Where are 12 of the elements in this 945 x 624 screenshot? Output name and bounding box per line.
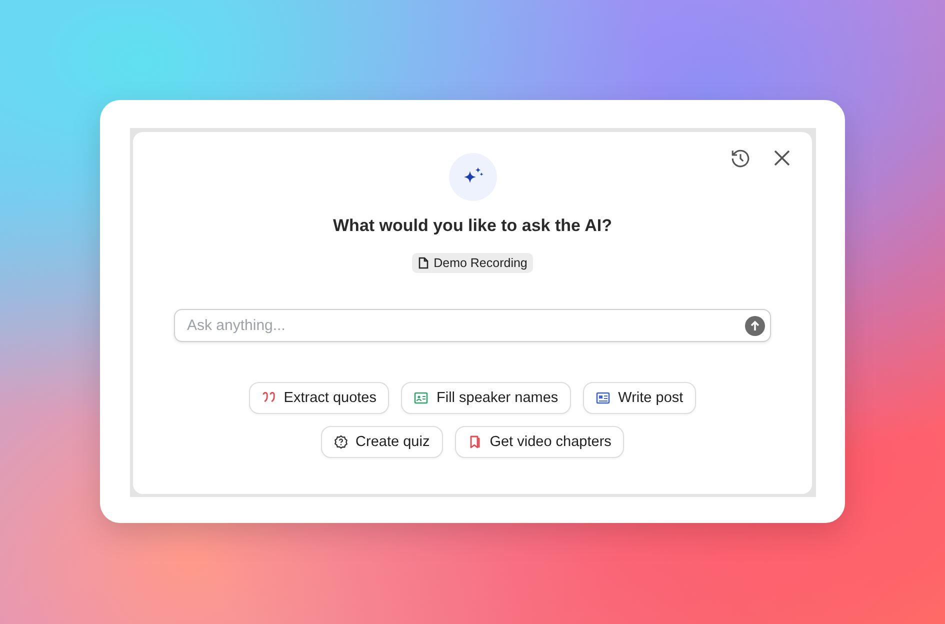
suggestion-button[interactable]: Create quiz bbox=[320, 426, 443, 458]
close-icon bbox=[773, 149, 791, 167]
suggestion-button[interactable]: Extract quotes bbox=[248, 382, 390, 414]
history-icon bbox=[730, 148, 750, 168]
dialog-title: What would you like to ask the AI? bbox=[333, 216, 612, 236]
suggestion-button[interactable]: Write post bbox=[583, 382, 696, 414]
arrow-up-icon bbox=[749, 320, 761, 332]
document-icon bbox=[418, 257, 429, 269]
suggestion-button[interactable]: Get video chapters bbox=[454, 426, 624, 458]
ask-input-field[interactable]: Ask anything... bbox=[174, 309, 771, 342]
suggestion-button[interactable]: Fill speaker names bbox=[401, 382, 572, 414]
tag-label: Demo Recording bbox=[434, 256, 528, 270]
